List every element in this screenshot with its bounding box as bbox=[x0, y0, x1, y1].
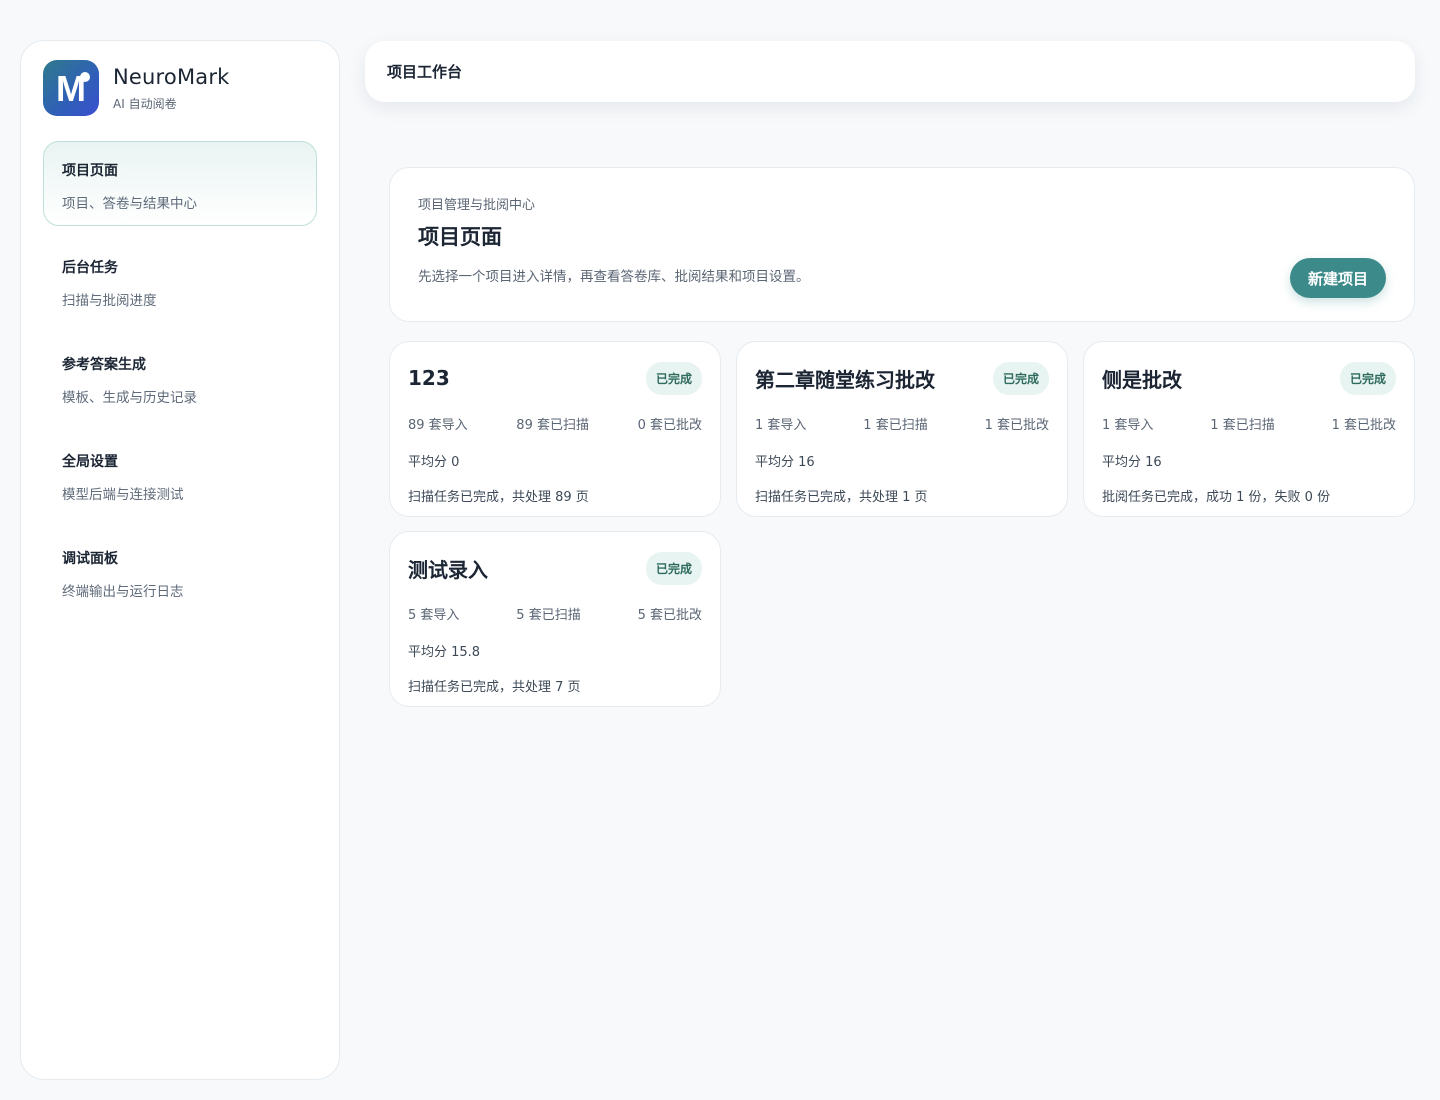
status-badge: 已完成 bbox=[992, 361, 1049, 395]
project-name: 测试录入 bbox=[408, 557, 488, 582]
project-name: 侧是批改 bbox=[1102, 367, 1182, 392]
scanned-count: 89 套已扫描 bbox=[516, 418, 589, 433]
graded-count: 1 套已批改 bbox=[1331, 418, 1396, 433]
sidebar-item-desc: 模型后端与连接测试 bbox=[62, 487, 184, 503]
graded-count: 1 套已批改 bbox=[984, 418, 1049, 433]
project-card[interactable]: 侧是批改 已完成 1 套导入 1 套已扫描 1 套已批改 平均分 16 批阅任务… bbox=[1083, 341, 1415, 517]
sidebar-item-global-settings[interactable]: 全局设置 模型后端与连接测试 bbox=[43, 432, 317, 517]
page-title: 项目页面 bbox=[418, 225, 502, 249]
sidebar-item-title: 调试面板 bbox=[62, 551, 118, 567]
sidebar-item-desc: 项目、答卷与结果中心 bbox=[62, 196, 197, 212]
sidebar-item-answer-generation[interactable]: 参考答案生成 模板、生成与历史记录 bbox=[43, 335, 317, 420]
imported-count: 5 套导入 bbox=[408, 608, 460, 623]
graded-count: 5 套已批改 bbox=[637, 608, 702, 623]
topbar: 项目工作台 bbox=[365, 41, 1415, 102]
project-card[interactable]: 123 已完成 89 套导入 89 套已扫描 0 套已批改 平均分 0 扫描任务… bbox=[389, 341, 721, 517]
project-name: 第二章随堂练习批改 bbox=[755, 367, 935, 392]
average-score: 平均分 16 bbox=[755, 455, 815, 470]
sidebar-item-desc: 扫描与批阅进度 bbox=[62, 293, 157, 309]
task-detail: 扫描任务已完成，共处理 1 页 bbox=[755, 490, 928, 505]
average-score: 平均分 16 bbox=[1102, 455, 1162, 470]
sidebar-nav: 项目页面 项目、答卷与结果中心 后台任务 扫描与批阅进度 参考答案生成 模板、生… bbox=[43, 141, 317, 614]
project-card[interactable]: 第二章随堂练习批改 已完成 1 套导入 1 套已扫描 1 套已批改 平均分 16… bbox=[736, 341, 1068, 517]
sidebar-item-title: 参考答案生成 bbox=[62, 357, 146, 373]
average-score: 平均分 15.8 bbox=[408, 645, 481, 660]
hero-panel: 项目管理与批阅中心 项目页面 先选择一个项目进入详情，再查看答卷库、批阅结果和项… bbox=[389, 167, 1415, 322]
scanned-count: 1 套已扫描 bbox=[1210, 418, 1275, 433]
status-badge: 已完成 bbox=[1339, 361, 1396, 395]
sidebar-item-title: 后台任务 bbox=[62, 260, 118, 276]
scanned-count: 5 套已扫描 bbox=[516, 608, 581, 623]
sidebar-item-desc: 终端输出与运行日志 bbox=[62, 584, 184, 600]
sidebar-item-background-tasks[interactable]: 后台任务 扫描与批阅进度 bbox=[43, 238, 317, 323]
status-badge: 已完成 bbox=[645, 551, 702, 585]
brand-name: NeuroMark bbox=[113, 64, 230, 89]
project-card[interactable]: 测试录入 已完成 5 套导入 5 套已扫描 5 套已批改 平均分 15.8 扫描… bbox=[389, 531, 721, 707]
hero-description: 先选择一个项目进入详情，再查看答卷库、批阅结果和项目设置。 bbox=[418, 269, 810, 285]
scanned-count: 1 套已扫描 bbox=[863, 418, 928, 433]
status-badge: 已完成 bbox=[645, 361, 702, 395]
imported-count: 1 套导入 bbox=[1102, 418, 1154, 433]
imported-count: 1 套导入 bbox=[755, 418, 807, 433]
sidebar-item-title: 全局设置 bbox=[62, 454, 118, 470]
sidebar-item-projects[interactable]: 项目页面 项目、答卷与结果中心 bbox=[43, 141, 317, 226]
sidebar-item-debug-panel[interactable]: 调试面板 终端输出与运行日志 bbox=[43, 529, 317, 614]
average-score: 平均分 0 bbox=[408, 455, 460, 470]
task-detail: 扫描任务已完成，共处理 7 页 bbox=[408, 680, 581, 695]
brand: M NeuroMark AI 自动阅卷 bbox=[43, 59, 317, 117]
sidebar-item-desc: 模板、生成与历史记录 bbox=[62, 390, 197, 406]
sidebar: M NeuroMark AI 自动阅卷 项目页面 项目、答卷与结果中心 后台任务… bbox=[20, 40, 340, 1080]
sidebar-item-title: 项目页面 bbox=[62, 163, 118, 179]
new-project-button[interactable]: 新建项目 bbox=[1290, 258, 1386, 298]
hero-eyebrow: 项目管理与批阅中心 bbox=[418, 198, 536, 213]
brand-subtitle: AI 自动阅卷 bbox=[113, 96, 177, 111]
imported-count: 89 套导入 bbox=[408, 418, 468, 433]
m-logo-icon: M bbox=[43, 60, 99, 116]
task-detail: 扫描任务已完成，共处理 89 页 bbox=[408, 490, 589, 505]
task-detail: 批阅任务已完成，成功 1 份，失败 0 份 bbox=[1102, 490, 1331, 505]
topbar-title: 项目工作台 bbox=[387, 63, 463, 81]
project-name: 123 bbox=[408, 366, 450, 390]
graded-count: 0 套已批改 bbox=[637, 418, 702, 433]
